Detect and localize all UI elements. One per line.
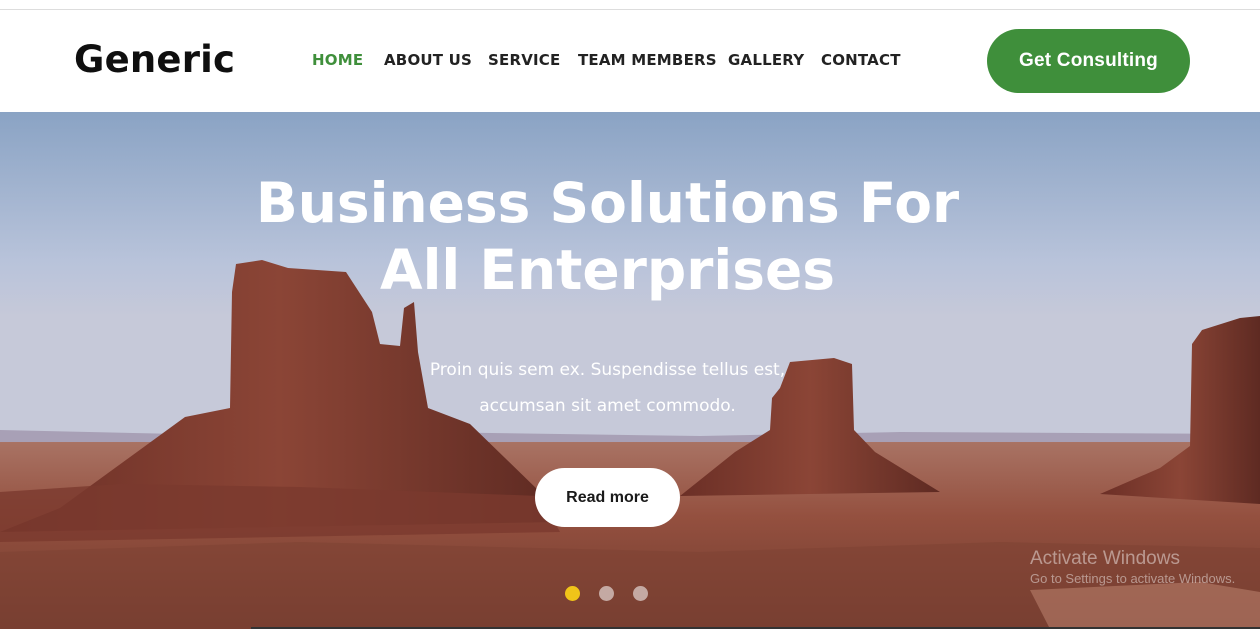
activate-windows-watermark: Activate Windows Go to Settings to activ… <box>1030 548 1235 586</box>
read-more-button[interactable]: Read more <box>535 468 680 527</box>
get-consulting-button[interactable]: Get Consulting <box>987 29 1190 93</box>
watermark-subtitle: Go to Settings to activate Windows. <box>1030 571 1236 586</box>
slider-dot-2[interactable] <box>599 586 614 601</box>
nav-item-gallery[interactable]: GALLERY <box>728 51 804 69</box>
slider-dot-3[interactable] <box>633 586 648 601</box>
hero-title: Business Solutions For All Enterprises <box>210 170 1005 304</box>
hero-slider: Business Solutions For All Enterprises P… <box>0 112 1260 629</box>
nav-item-home[interactable]: HOME <box>312 51 363 69</box>
hero-subtitle-line-2: accumsan sit amet commodo. <box>479 396 736 416</box>
site-header: Generic HOME ABOUT US SERVICE TEAM MEMBE… <box>0 10 1260 112</box>
hero-title-line-2: All Enterprises <box>380 238 835 302</box>
watermark-title: Activate Windows <box>1030 548 1180 569</box>
hero-subtitle: Proin quis sem ex. Suspendisse tellus es… <box>360 352 855 424</box>
nav-item-team-members[interactable]: TEAM MEMBERS <box>578 51 717 69</box>
site-logo[interactable]: Generic <box>74 38 235 81</box>
hero-title-line-1: Business Solutions For <box>255 171 960 235</box>
hero-subtitle-line-1: Proin quis sem ex. Suspendisse tellus es… <box>429 360 786 380</box>
nav-item-service[interactable]: SERVICE <box>488 51 560 69</box>
nav-item-contact[interactable]: CONTACT <box>821 51 901 69</box>
nav-item-about-us[interactable]: ABOUT US <box>384 51 472 69</box>
page: Generic HOME ABOUT US SERVICE TEAM MEMBE… <box>0 0 1260 629</box>
slider-dot-1[interactable] <box>565 586 580 601</box>
